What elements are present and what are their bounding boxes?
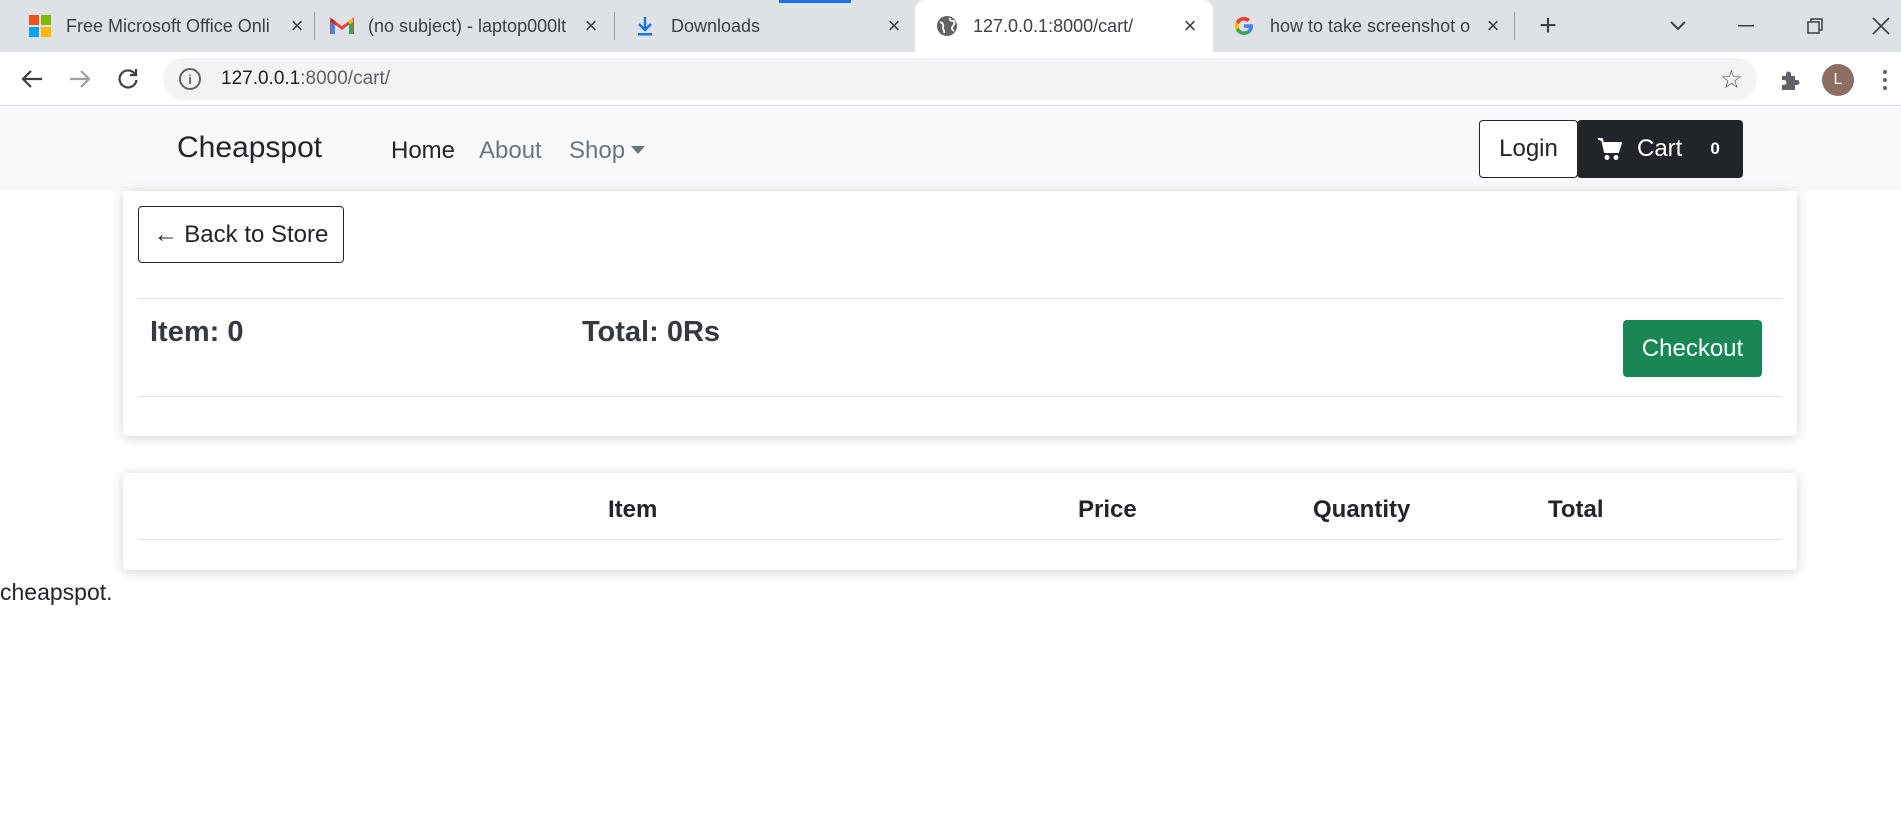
tab-title: (no subject) - laptop000lt [368,15,567,36]
browser-tab-microsoft[interactable]: Free Microsoft Office Onli × [28,0,308,52]
column-header-quantity: Quantity [1313,496,1411,523]
table-header-divider [138,539,1782,540]
restore-icon[interactable] [1797,8,1833,44]
column-header-item: Item [608,496,658,523]
tab-search-icon[interactable] [1660,8,1696,44]
tab-separator [614,12,615,40]
browser-tab-downloads[interactable]: Downloads × [633,0,905,52]
globe-icon [935,14,959,38]
tab-title: 127.0.0.1:8000/cart/ [973,15,1134,36]
items-count: Item: 0 [150,316,244,349]
google-icon [1232,14,1256,38]
close-icon[interactable]: × [580,13,602,38]
browser-tab-strip: Free Microsoft Office Onli × (no subject… [0,0,1901,52]
total-label: Total: [582,316,659,348]
column-header-total: Total [1548,496,1604,523]
footer-text: cheapspot. [0,579,113,605]
nav-link-shop-label: Shop [569,137,626,164]
url-path: :8000/cart/ [300,68,391,89]
total-value: 0Rs [666,316,721,348]
tab-title: how to take screenshot o [1270,15,1471,36]
login-button[interactable]: Login [1479,120,1578,178]
cart-label: Cart [1637,135,1683,162]
tab-separator [314,12,315,40]
forward-arrow-icon[interactable] [62,61,98,97]
column-header-price: Price [1078,496,1137,523]
cart-button[interactable]: Cart 0 [1577,120,1743,178]
cart-icon [1598,138,1622,160]
items-label: Item: [150,316,220,348]
back-arrow-icon[interactable] [14,61,50,97]
reload-icon[interactable] [110,61,146,97]
tab-title: Free Microsoft Office Onli [66,15,270,36]
divider [138,298,1782,299]
close-icon[interactable]: × [1482,13,1504,38]
cart-total: Total: 0Rs [582,316,720,349]
browser-toolbar: i 127.0.0.1:8000/cart/ ☆ [0,52,1901,106]
nav-dropdown-shop[interactable]: Shop [569,137,646,165]
cart-items-table: Item Price Quantity Total [123,473,1797,570]
browser-menu-icon[interactable] [1875,64,1895,96]
microsoft-icon [28,14,52,38]
extensions-puzzle-icon[interactable] [1772,62,1808,98]
close-window-icon[interactable] [1863,8,1899,44]
brand-logo[interactable]: Cheapspot [177,131,322,165]
items-value: 0 [227,316,244,348]
nav-link-about[interactable]: About [479,137,542,165]
back-to-store-button[interactable]: ← Back to Store [138,206,344,263]
url-text: 127.0.0.1:8000/cart/ [221,68,390,90]
divider [138,396,1782,397]
download-icon [633,14,657,38]
tab-separator [1514,12,1515,40]
tab-loading-indicator [779,0,851,3]
nav-link-home[interactable]: Home [391,137,455,165]
new-tab-button[interactable]: + [1532,9,1564,42]
minimize-icon[interactable] [1728,8,1764,44]
checkout-button[interactable]: Checkout [1623,320,1762,377]
close-icon[interactable]: × [286,13,308,38]
address-bar[interactable]: i 127.0.0.1:8000/cart/ ☆ [163,58,1757,100]
browser-tab-gmail[interactable]: (no subject) - laptop000lt × [330,0,602,52]
close-icon[interactable]: × [883,13,905,38]
browser-tab-cart[interactable]: 127.0.0.1:8000/cart/ × [915,0,1213,52]
site-navbar: Cheapspot Home About Shop Login Cart 0 [0,107,1901,191]
gmail-icon [330,14,354,38]
cart-summary-box: ← Back to Store Item: 0 Total: 0Rs Check… [123,191,1797,436]
profile-avatar[interactable]: L [1822,64,1854,96]
tab-title: Downloads [671,15,761,36]
close-icon[interactable]: × [1179,13,1201,38]
caret-down-icon [631,145,646,154]
info-icon[interactable]: i [179,68,201,90]
bookmark-star-icon[interactable]: ☆ [1720,65,1743,93]
url-host: 127.0.0.1 [221,68,301,89]
cart-count-badge: 0 [1710,139,1720,158]
browser-tab-google[interactable]: how to take screenshot o × [1232,0,1504,52]
